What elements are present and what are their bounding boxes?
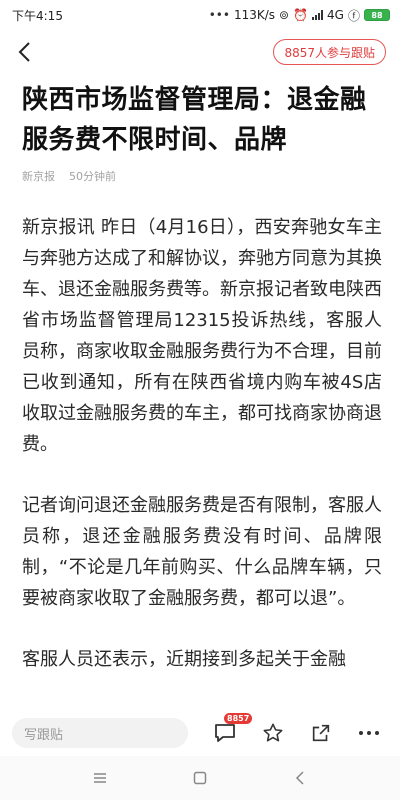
article-paragraph: 记者询问退还金融服务费是否有限制，客服人员称，退还金融服务费没有时间、品牌限制，…: [22, 495, 382, 609]
status-time: 下午4:15: [12, 8, 63, 23]
article: 陕西市场监督管理局：退金融服务费不限时间、品牌 新京报 50分钟前 新京报讯 昨…: [22, 80, 382, 705]
back-arrow-icon: [18, 42, 30, 62]
battery-icon: 88: [364, 9, 390, 21]
status-indicators: ••• 113K/s ⊚ ⏰ 4G ⓕ 88: [209, 7, 390, 24]
home-square-icon: [193, 771, 207, 785]
article-title: 陕西市场监督管理局：退金融服务费不限时间、品牌: [22, 85, 367, 155]
alarm-icon: ⏰: [293, 8, 309, 22]
comment-icon: [215, 724, 235, 742]
star-icon: [263, 723, 283, 742]
comments-button[interactable]: 8857: [212, 713, 253, 746]
more-icon: [359, 731, 379, 735]
article-paragraph: 新京报讯 昨日（4月16日），西安奔驰女车主与奔驰方达成了和解协议，奔驰方同意为…: [22, 217, 382, 455]
back-triangle-icon: [295, 771, 304, 785]
favorite-button[interactable]: [260, 720, 286, 746]
menu-nav-button[interactable]: [85, 763, 115, 793]
top-nav: 8857人参与跟贴: [0, 30, 400, 74]
comment-input[interactable]: 写跟贴: [12, 718, 188, 748]
status-bar: 下午4:15 ••• 113K/s ⊚ ⏰ 4G ⓕ 88: [0, 0, 400, 30]
back-nav-button[interactable]: [285, 763, 315, 793]
home-nav-button[interactable]: [185, 763, 215, 793]
article-paragraph: 客服人员还表示，近期接到多起关于金融: [22, 649, 346, 670]
share-button[interactable]: [308, 720, 334, 746]
signal-icon: [312, 10, 324, 20]
hotspot-icon: ⊚: [279, 8, 290, 22]
comment-count-badge: 8857: [224, 713, 253, 724]
share-icon: [312, 724, 330, 742]
back-button[interactable]: [14, 37, 36, 67]
article-source[interactable]: 新京报: [22, 168, 55, 184]
charging-icon: ⓕ: [347, 8, 360, 23]
article-body: 新京报讯 昨日（4月16日），西安奔驰女车主与奔驰方达成了和解协议，奔驰方同意为…: [22, 212, 382, 675]
article-meta: 新京报 50分钟前: [22, 168, 382, 184]
more-button[interactable]: [356, 720, 382, 746]
system-nav-bar: [0, 756, 400, 800]
action-icons: 8857: [212, 713, 388, 746]
bottom-action-bar: 写跟贴 8857: [0, 710, 400, 756]
join-discussion-button[interactable]: 8857人参与跟贴: [273, 39, 386, 65]
article-time: 50分钟前: [69, 170, 116, 183]
menu-icon: [94, 773, 106, 783]
notification-dots: •••: [208, 8, 230, 22]
network-speed: 113K/s: [233, 8, 276, 22]
network-type: 4G: [327, 8, 344, 22]
